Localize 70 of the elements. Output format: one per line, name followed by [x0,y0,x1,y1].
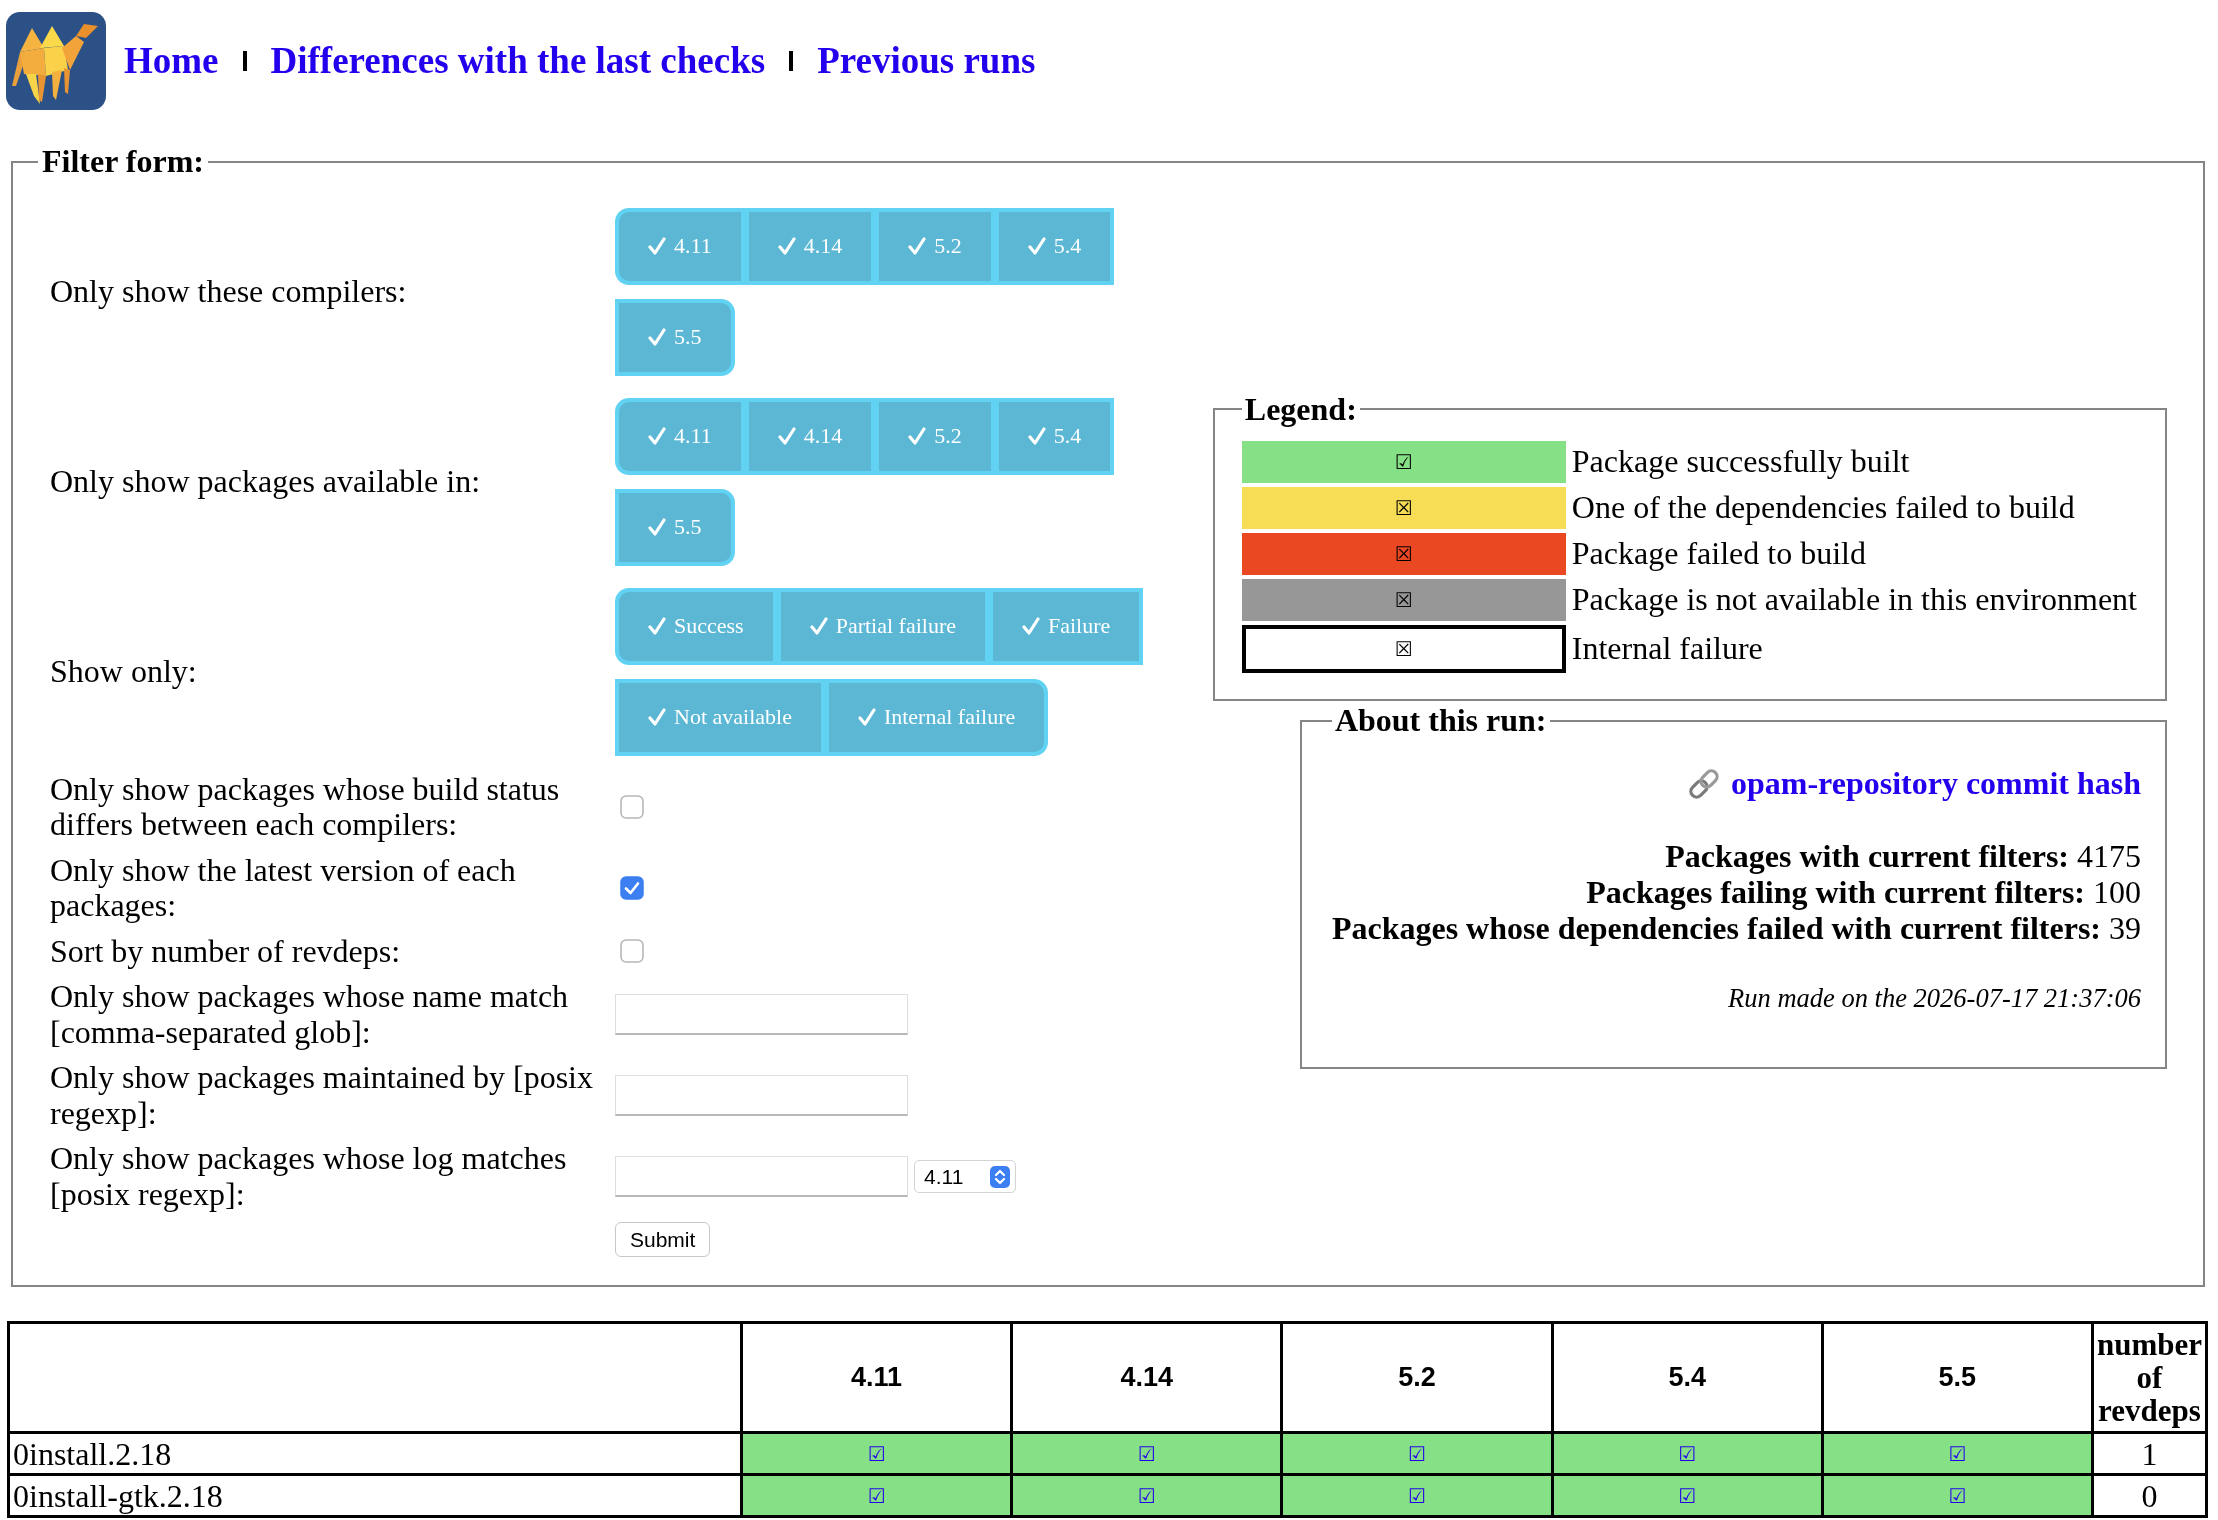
status-cell[interactable]: ☑ [1822,1474,2093,1517]
legend-label: Package successfully built [1571,444,1911,480]
field-label: Sort by number of revdeps: [50,933,402,969]
check-icon [857,708,876,726]
check-icon [648,518,666,536]
legend-label: Package is not available in this environment [1571,582,2137,618]
column-header: number of revdeps [2092,1322,2207,1433]
field-label: Only show packages whose name match [comma-separated glob]: [50,979,570,1050]
status-swatch: ☒ [1241,533,1566,575]
check-icon [1027,237,1046,255]
status-swatch: ☒ [1241,487,1566,529]
text-field[interactable] [615,994,908,1035]
status-cell[interactable]: ☑ [1281,1432,1553,1475]
checkbox[interactable] [620,795,644,819]
status-cell[interactable]: ☑ [741,1432,1012,1475]
status-cell[interactable]: ☑ [1281,1474,1553,1517]
legend-label: Package failed to build [1571,536,1867,572]
check-icon [1022,617,1040,635]
checkbox[interactable] [620,876,644,900]
nav-link[interactable]: Home [124,40,219,82]
nav-link[interactable]: Differences with the last checks [270,40,766,82]
revdeps-count: 0 [2092,1474,2207,1517]
stat-line: Packages whose dependencies failed with current filters: 39 [1331,909,2141,946]
status-swatch: ☑ [1241,441,1566,483]
field-label: Only show packages available in: [50,463,482,500]
camel-logo[interactable] [6,12,106,110]
checkbox[interactable] [620,939,644,964]
text-field[interactable] [615,1156,908,1197]
check-icon [908,237,927,255]
commit-hash-link[interactable]: opam-repository commit hash [1730,765,2141,802]
check-icon [648,708,666,726]
check-icon [777,237,796,255]
compiler-select[interactable]: 4.11 [914,1160,1016,1193]
status-swatch: ☒ [1241,579,1566,621]
check-icon [648,617,666,635]
check-icon [1027,427,1046,445]
status-cell[interactable]: ☑ [1552,1474,1823,1517]
status-cell[interactable]: ☑ [1552,1432,1823,1475]
legend-title: Legend: [1243,391,1358,427]
form-title: Filter form: [41,144,205,180]
stat-line: Packages with current filters: 4175 [1665,837,2141,874]
legend-label: Internal failure [1571,631,1764,667]
status-cell[interactable]: ☑ [1822,1432,2093,1475]
submit-button[interactable]: Submit [615,1222,711,1257]
field-label: Only show the latest version of each packages: [50,852,517,924]
check-icon [809,617,828,635]
stat-line: Packages failing with current filters: 100 [1586,873,2141,910]
text-field[interactable] [615,1075,908,1116]
revdeps-count: 1 [2092,1432,2207,1475]
package-name[interactable]: 0install.2.18 [8,1432,742,1475]
field-label: Only show these compilers: [50,273,408,310]
status-cell[interactable]: ☑ [1011,1474,1282,1517]
status-cell[interactable]: ☑ [741,1474,1012,1517]
field-label: Only show packages whose build status differs between each compilers: [50,771,561,843]
check-icon [908,427,927,445]
field-label: Show only: [50,653,198,690]
package-name[interactable]: 0install-gtk.2.18 [8,1474,742,1517]
status-swatch: ☒ [1241,625,1566,673]
updown-chevron-icon [990,1165,1010,1188]
field-label: Only show packages maintained by [posix regexp]: [50,1060,594,1131]
about-title: About this run: [1333,703,1548,739]
check-icon [777,427,796,445]
check-icon [648,237,666,255]
status-cell[interactable]: ☑ [1011,1432,1282,1475]
field-label: Only show packages whose log matches [posix regexp]: [50,1141,568,1212]
run-date: Run made on the 2026-07-17 21:37:06 [1728,982,2141,1013]
nav-link[interactable]: Previous runs [817,40,1036,82]
check-icon [648,328,666,346]
check-icon [648,427,666,445]
legend-label: One of the dependencies failed to build [1571,490,2076,526]
